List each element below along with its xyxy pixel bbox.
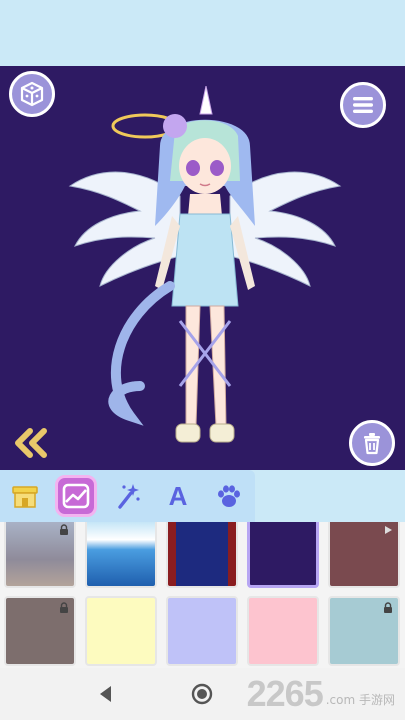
tab-shop[interactable] (4, 475, 46, 517)
background-tile-teal[interactable] (328, 596, 400, 666)
background-tile-lavender[interactable] (166, 596, 238, 666)
background-tile-taupe[interactable] (4, 596, 76, 666)
random-button[interactable] (9, 71, 55, 117)
avatar-character (68, 86, 342, 443)
background-tile-cloudy[interactable] (4, 522, 76, 588)
lock-icon (60, 602, 68, 613)
background-tile-ocean[interactable] (85, 522, 157, 588)
watermark-text: .com 手游网 (325, 693, 395, 707)
dice-cube-icon (20, 81, 44, 107)
lock-icon (60, 524, 68, 535)
play-icon (385, 526, 392, 534)
background-tile-cream[interactable] (85, 596, 157, 666)
background-tile-pink[interactable] (247, 596, 319, 666)
nav-home-icon[interactable] (190, 682, 214, 706)
background-grid (0, 522, 405, 668)
watermark: 2265 .com 手游网 (247, 676, 395, 712)
nav-back-icon[interactable] (94, 682, 118, 706)
category-tabs: A (0, 470, 255, 522)
collapse-panel-button[interactable] (10, 425, 54, 461)
delete-button[interactable] (349, 420, 395, 466)
tab-effects[interactable] (106, 475, 148, 517)
background-tile-dark-purple[interactable] (247, 522, 319, 588)
background-image-icon (62, 483, 90, 509)
paw-icon (218, 485, 240, 507)
text-a-icon: A (168, 480, 188, 511)
category-tab-bar: A (0, 470, 405, 522)
shop-icon (12, 486, 38, 508)
tab-background[interactable] (55, 475, 97, 517)
top-bar (0, 0, 405, 66)
tab-text[interactable]: A (157, 475, 199, 517)
background-tile-maroon[interactable] (328, 522, 400, 588)
menu-list-icon (353, 97, 373, 113)
watermark-number: 2265 (246, 673, 324, 714)
tab-pets[interactable] (208, 475, 250, 517)
background-tile-stage[interactable] (166, 522, 238, 588)
double-chevron-left-icon (15, 428, 47, 458)
magic-wand-icon (118, 484, 140, 509)
trash-icon (364, 433, 380, 455)
lock-icon (384, 602, 392, 613)
dress-up-stage (0, 66, 405, 470)
